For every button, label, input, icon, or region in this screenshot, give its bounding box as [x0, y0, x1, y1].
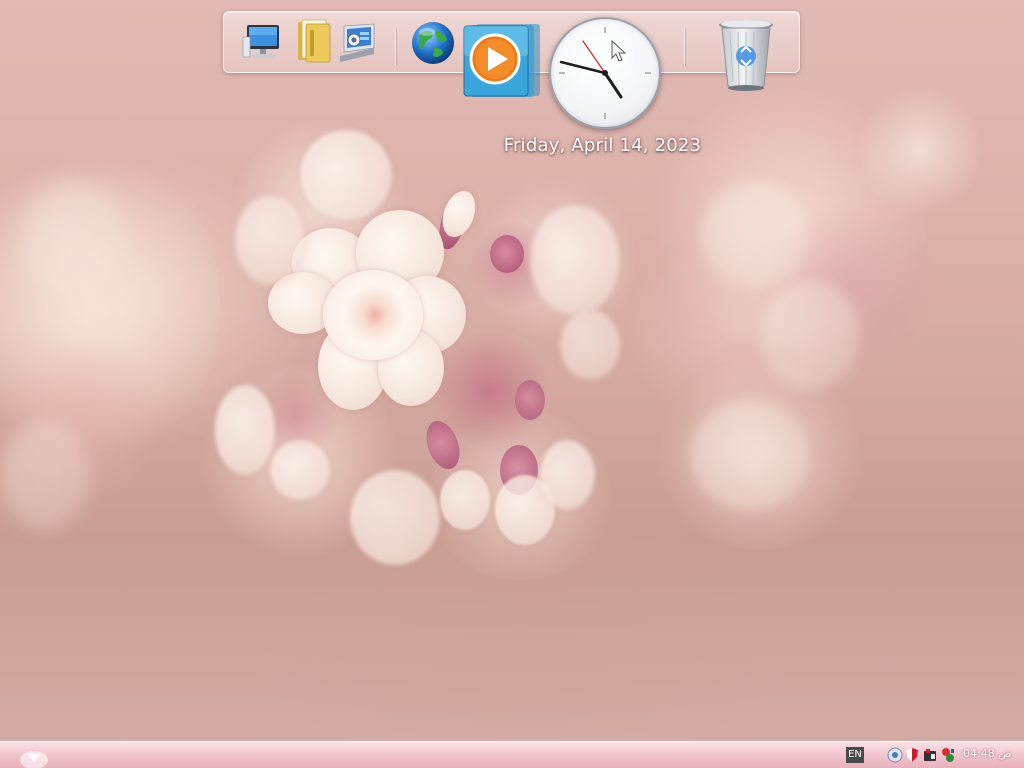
network-icon[interactable] [887, 747, 903, 763]
dock-separator [684, 28, 685, 66]
language-indicator[interactable]: EN [846, 747, 864, 763]
folder-icon[interactable] [296, 18, 332, 64]
clock-hour-hand [603, 71, 623, 99]
start-button[interactable] [14, 744, 54, 768]
globe-icon[interactable] [410, 20, 456, 66]
dock-separator [395, 28, 396, 66]
recycle-bin-icon[interactable] [714, 16, 778, 96]
desktop[interactable]: Friday, April 14, 2023 EN 04:48 ص [0, 0, 1024, 768]
tools-icon[interactable] [922, 747, 938, 763]
media-player-icon[interactable] [462, 22, 542, 98]
clock-face [559, 27, 651, 119]
date-label: Friday, April 14, 2023 [503, 135, 702, 156]
clock-icon[interactable] [549, 17, 661, 129]
control-panel-icon[interactable] [336, 20, 378, 64]
security-shield-icon[interactable] [904, 747, 920, 763]
flag-icon[interactable] [940, 747, 956, 763]
taskbar: EN 04:48 ص [0, 741, 1024, 768]
start-orb-icon [20, 751, 48, 768]
computer-icon[interactable] [241, 22, 285, 62]
mouse-cursor-icon [611, 39, 627, 64]
taskbar-clock[interactable]: 04:48 ص [963, 747, 1021, 760]
